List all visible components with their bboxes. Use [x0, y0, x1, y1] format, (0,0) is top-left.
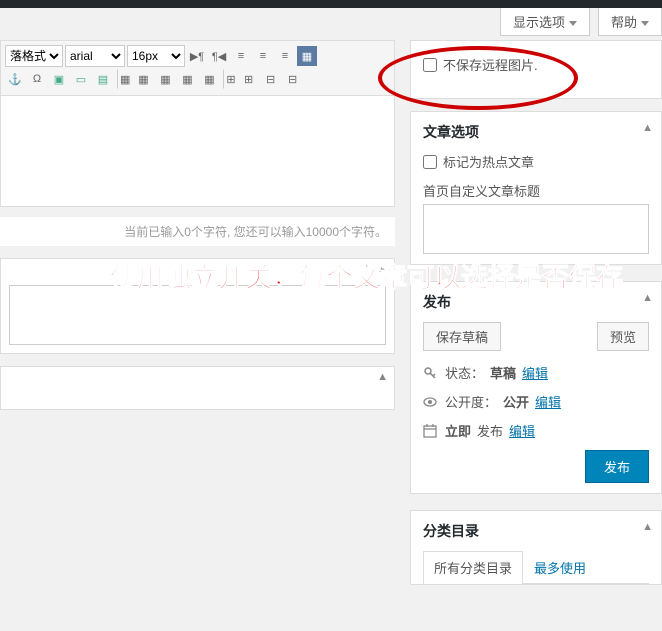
indent-right-icon[interactable]: ≡	[253, 46, 273, 66]
screen-options-bar: 显示选项 帮助	[500, 8, 662, 36]
format-select[interactable]: 落格式	[5, 45, 63, 67]
indent-left-icon[interactable]: ≡	[231, 46, 251, 66]
col-right-icon[interactable]: ⊞	[239, 69, 259, 89]
collapse-icon[interactable]: ▲	[377, 371, 388, 383]
calendar-icon	[423, 424, 439, 438]
publish-box: 发布 ▲ 保存草稿 预览 状态： 草稿 编辑 公开度： 公开 编辑	[410, 281, 662, 494]
row-bottom-icon[interactable]: ⊟	[283, 69, 303, 89]
remote-image-checkbox-row[interactable]: 不保存远程图片.	[423, 55, 649, 74]
omega-icon[interactable]: Ω	[27, 69, 47, 89]
editor-content-area[interactable]	[1, 96, 394, 206]
schedule-suffix: 发布	[477, 421, 503, 440]
help-button[interactable]: 帮助	[598, 8, 662, 36]
tab-most-used[interactable]: 最多使用	[523, 551, 597, 583]
tab-all-categories[interactable]: 所有分类目录	[423, 551, 523, 584]
table5-icon[interactable]: ▦	[199, 69, 219, 89]
publish-button[interactable]: 发布	[585, 450, 649, 483]
categories-box: 分类目录 ▲ 所有分类目录 最多使用	[410, 510, 662, 585]
eye-icon	[423, 395, 439, 409]
category-tabs: 所有分类目录 最多使用	[423, 551, 649, 584]
table2-icon[interactable]: ▦	[133, 69, 153, 89]
remote-image-checkbox[interactable]	[423, 58, 437, 72]
categories-title: 分类目录	[423, 521, 649, 541]
status-label: 状态：	[445, 363, 484, 382]
font-select[interactable]: arial	[65, 45, 125, 67]
status-edit-link[interactable]: 编辑	[522, 363, 548, 382]
table4-icon[interactable]: ▦	[177, 69, 197, 89]
status-value: 草稿	[490, 363, 516, 382]
main-editor-column: 落格式 arial 16px ▶¶ ¶◀ ≡ ≡ ≡ ▦ ⚓ Ω ▣ ▭ ▤ ▦…	[0, 40, 395, 410]
hot-post-label: 标记为热点文章	[443, 152, 534, 171]
custom-fields-panel: ▲	[0, 366, 395, 410]
post-options-box: 文章选项 ▲ 标记为热点文章 首页自定义文章标题	[410, 111, 662, 265]
status-row: 状态： 草稿 编辑	[423, 363, 649, 382]
remote-image-box: 不保存远程图片.	[410, 40, 662, 99]
ltr-icon[interactable]: ▶¶	[187, 46, 207, 66]
collapse-icon[interactable]: ▲	[642, 292, 653, 304]
remote-image-label: 不保存远程图片.	[443, 55, 538, 74]
rtl-icon[interactable]: ¶◀	[209, 46, 229, 66]
preview-button[interactable]: 预览	[597, 322, 649, 351]
schedule-label: 立即	[445, 421, 471, 440]
collapse-icon[interactable]: ▲	[377, 263, 388, 275]
visibility-value: 公开	[503, 392, 529, 411]
fullscreen-icon[interactable]: ▦	[297, 46, 317, 66]
sidebar-column: 不保存远程图片. 文章选项 ▲ 标记为热点文章 首页自定义文章标题 发布 ▲ 保…	[410, 40, 662, 601]
custom-title-label: 首页自定义文章标题	[423, 181, 649, 200]
admin-topbar	[0, 0, 662, 8]
frame-icon[interactable]: ▭	[71, 69, 91, 89]
key-icon	[423, 366, 439, 380]
schedule-edit-link[interactable]: 编辑	[509, 421, 535, 440]
image-icon[interactable]: ▣	[49, 69, 69, 89]
collapse-icon[interactable]: ▲	[642, 122, 653, 134]
custom-title-input[interactable]	[423, 204, 649, 254]
table-icon[interactable]: ▦	[117, 69, 131, 89]
table3-icon[interactable]: ▦	[155, 69, 175, 89]
publish-title: 发布	[423, 292, 649, 312]
editor-toolbar: 落格式 arial 16px ▶¶ ¶◀ ≡ ≡ ≡ ▦ ⚓ Ω ▣ ▭ ▤ ▦…	[1, 41, 394, 96]
col-left-icon[interactable]: ⊞	[223, 69, 236, 89]
visibility-label: 公开度：	[445, 392, 497, 411]
doc-icon[interactable]: ▤	[93, 69, 113, 89]
collapse-icon[interactable]: ▲	[642, 521, 653, 533]
post-options-title: 文章选项	[423, 122, 649, 142]
size-select[interactable]: 16px	[127, 45, 185, 67]
visibility-edit-link[interactable]: 编辑	[535, 392, 561, 411]
line-height-icon[interactable]: ≡	[275, 46, 295, 66]
excerpt-panel: ▲	[0, 258, 395, 354]
visibility-row: 公开度： 公开 编辑	[423, 392, 649, 411]
schedule-row: 立即 发布 编辑	[423, 421, 649, 440]
row-top-icon[interactable]: ⊟	[261, 69, 281, 89]
display-options-button[interactable]: 显示选项	[500, 8, 590, 36]
hot-post-row[interactable]: 标记为热点文章	[423, 152, 649, 171]
excerpt-textarea[interactable]	[9, 285, 386, 345]
anchor-icon[interactable]: ⚓	[5, 69, 25, 89]
save-draft-button[interactable]: 保存草稿	[423, 322, 501, 351]
editor-panel: 落格式 arial 16px ▶¶ ¶◀ ≡ ≡ ≡ ▦ ⚓ Ω ▣ ▭ ▤ ▦…	[0, 40, 395, 207]
hot-post-checkbox[interactable]	[423, 155, 437, 169]
char-count-label: 当前已输入0个字符, 您还可以输入10000个字符。	[0, 217, 395, 246]
